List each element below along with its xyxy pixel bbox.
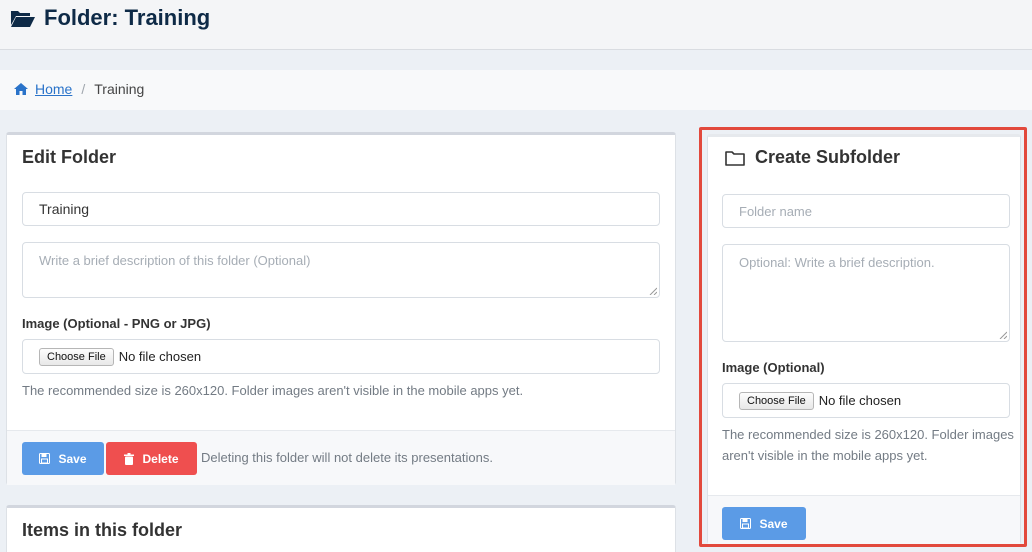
folder-description-textarea[interactable]: Write a brief description of this folder… [22,242,660,298]
home-icon [14,82,28,96]
save-icon [39,453,51,464]
breadcrumb-separator: / [81,81,86,97]
save-button-label: Save [58,451,87,466]
choose-file-button[interactable]: Choose File [39,347,114,366]
page-header: Folder: Training [0,0,1032,50]
image-help-text: The recommended size is 260x120. Folder … [22,383,524,398]
image-file-input[interactable]: Choose File No file chosen [22,339,660,374]
delete-button[interactable]: Delete [106,442,197,475]
delete-button-label: Delete [142,451,179,466]
folder-name-input[interactable]: Training [22,192,660,226]
trash-icon [124,452,135,465]
breadcrumb-current: Training [94,81,145,97]
folder-description-placeholder: Write a brief description of this folder… [39,253,311,268]
no-file-text: No file chosen [118,349,202,364]
resize-grip-icon[interactable] [649,287,657,295]
image-label: Image (Optional - PNG or JPG) [22,316,211,331]
breadcrumb-home-link[interactable]: Home [35,81,72,97]
items-title: Items in this folder [22,520,183,540]
items-card: Items in this folder [6,505,676,552]
breadcrumb: Home / Training [14,81,144,97]
save-button[interactable]: Save [22,442,104,475]
highlight-frame [699,127,1027,547]
delete-note: Deleting this folder will not delete its… [201,450,493,465]
edit-folder-footer: Save Delete Deleting this folder will no… [7,430,675,485]
page-title: Folder: Training [10,5,210,31]
edit-folder-card: Edit Folder Training Write a brief descr… [6,132,676,485]
edit-folder-title: Edit Folder [22,147,116,167]
page-title-text: Folder: Training [44,5,211,30]
folder-open-icon [10,7,36,29]
breadcrumb-bar: Home / Training [0,70,1032,110]
